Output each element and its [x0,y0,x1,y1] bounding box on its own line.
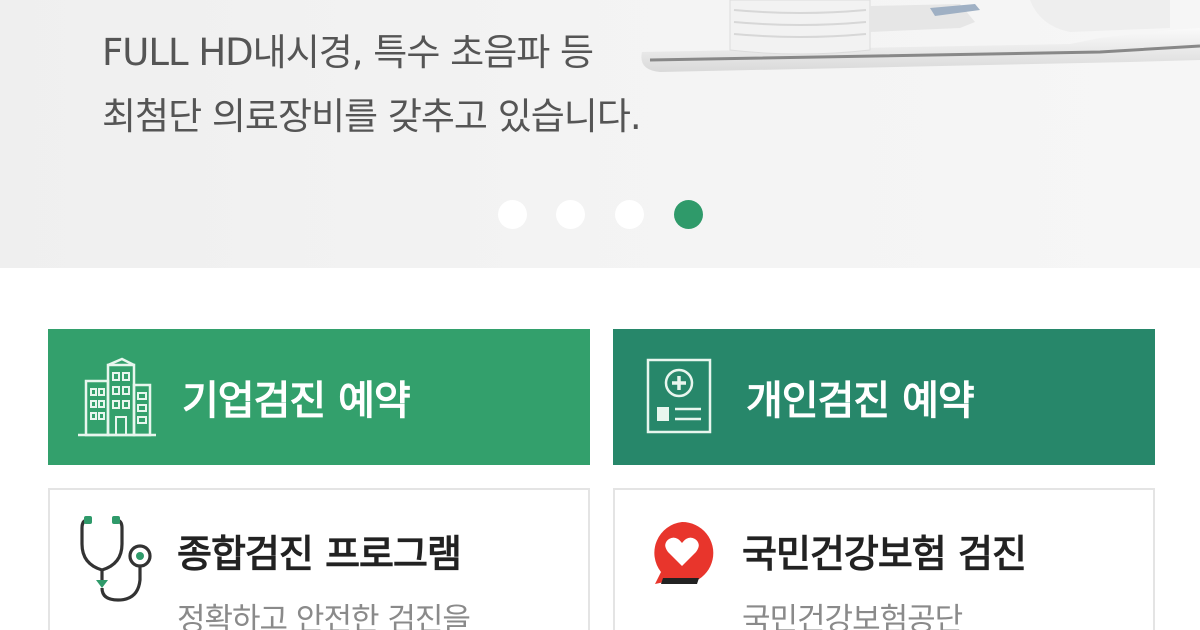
national-health-insurance-checkup-card[interactable]: 국민건강보험 검진 국민건강보험공단 [613,488,1155,630]
stethoscope-icon [80,516,152,602]
nhis-checkup-title: 국민건강보험 검진 [742,532,1027,576]
comprehensive-program-title: 종합검진 프로그램 [177,532,462,576]
slide-dot-4-active[interactable] [674,200,703,229]
personal-checkup-reservation-button[interactable]: 개인검진 예약 [613,329,1155,465]
comprehensive-checkup-program-card[interactable]: 종합검진 프로그램 정확하고 안전한 검진을 [48,488,590,630]
slide-dot-1[interactable] [498,200,527,229]
slide-dot-2[interactable] [556,200,585,229]
corporate-reservation-label: 기업검진 예약 [182,378,411,424]
nhis-checkup-description: 국민건강보험공단 [742,602,963,630]
hero-banner[interactable]: FULL HD내시경, 특수 초음파 등 최첨단 의료장비를 갖추고 있습니다. [0,0,1200,268]
slide-dot-3[interactable] [615,200,644,229]
building-icon [78,357,156,437]
medical-equipment-image [641,0,1200,72]
heart-speech-bubble-icon [654,521,714,584]
comprehensive-program-description: 정확하고 안전한 검진을 [177,602,471,630]
personal-reservation-label: 개인검진 예약 [746,378,975,424]
medical-card-icon [646,358,712,434]
hero-text-line-2: 최첨단 의료장비를 갖추고 있습니다. [102,95,642,138]
hero-text-line-1: FULL HD내시경, 특수 초음파 등 [102,31,594,74]
corporate-checkup-reservation-button[interactable]: 기업검진 예약 [48,329,590,465]
